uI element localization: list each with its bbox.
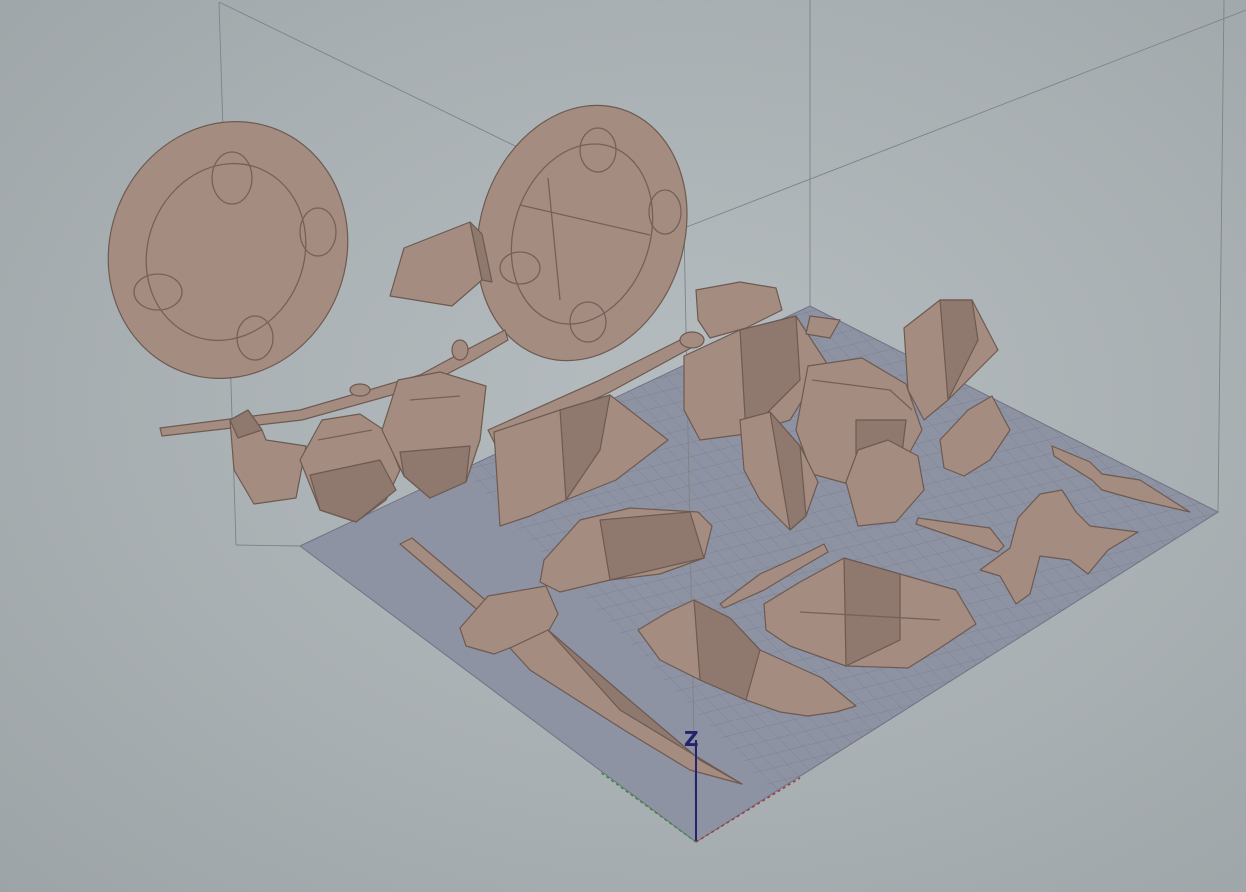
- z-axis-label: Z: [684, 727, 699, 751]
- 3d-viewport[interactable]: Z: [0, 0, 1246, 892]
- scene-canvas[interactable]: Z: [0, 0, 1246, 892]
- pauldron-fragment[interactable]: [389, 221, 493, 307]
- shield-left[interactable]: [70, 85, 386, 414]
